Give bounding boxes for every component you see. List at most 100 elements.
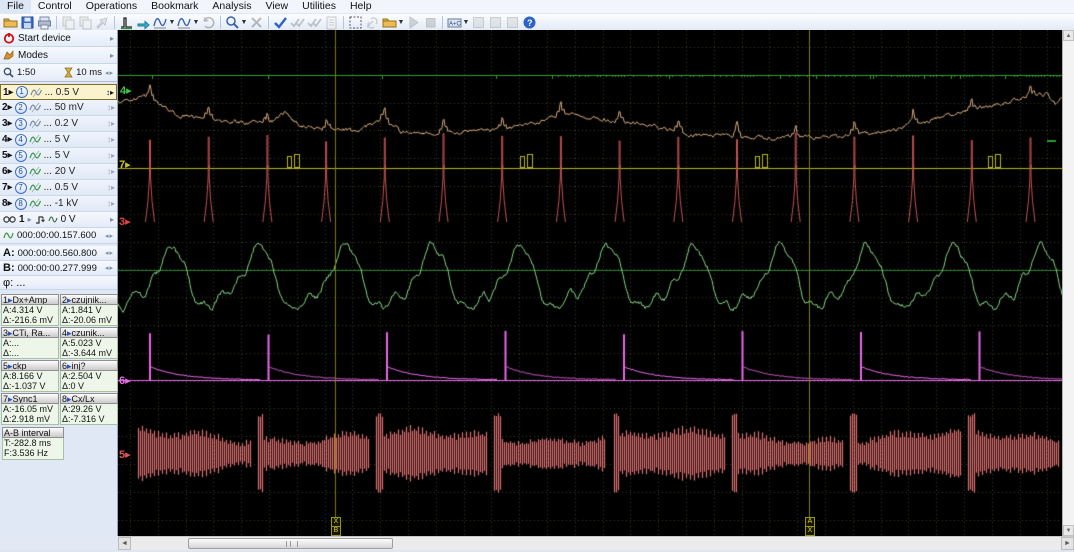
channel-row-buttons[interactable]: ↕▸ [107,199,115,208]
panel-title[interactable]: 8▸Cx/Lx [60,393,118,404]
cursor-b-row[interactable]: B: 000:00:00.277.999 ◂▸ [0,261,117,276]
help-button[interactable]: ? [521,15,538,30]
channel-range-value: ... 50 mV [43,102,84,113]
channel-row-5[interactable]: 5▸ 5 ... 5 V ↕▸ [0,148,117,164]
measurement-panel-3[interactable]: 3▸CTi, Ra... A:... Δ:... [1,327,59,359]
run-script-icon [409,15,419,29]
channel-badge: 6 [14,165,27,178]
scroll-up-arrow[interactable]: ▲ [1063,30,1074,41]
power-icon [3,33,15,44]
vertical-scale-button[interactable]: ▼ [152,15,176,30]
scroll-right-arrow[interactable]: ► [1061,537,1074,550]
measurement-panel-1[interactable]: 1▸Dx+Amp A:4.314 V Δ:-216.6 mV [1,294,59,326]
print-button[interactable] [36,15,53,30]
modes-button[interactable]: Modes ▸ [0,47,117,64]
menu-item-bookmark[interactable]: Bookmark [144,0,205,13]
panel-title[interactable]: 6▸inj? [60,360,118,371]
channel-row-buttons[interactable]: ↕▸ [107,183,115,192]
cursor-flag-b-0[interactable]: B [331,526,341,536]
marker-time-row[interactable]: 000:00:00.157.600 ◂▸ [0,228,117,244]
channel-row-8[interactable]: 8▸ 8 ... -1 kV ↕▸ [0,196,117,212]
cursor-a-spinner[interactable]: ◂▸ [105,249,114,257]
tool-extra-1-button [470,15,487,30]
channel-row-1[interactable]: 1▸ 1 ... 0.5 V ↕▸ [0,84,117,100]
cursor-a-row[interactable]: A: 000:00:00.560.800 ◂▸ [0,246,117,261]
apply-button[interactable] [272,15,289,30]
measurement-panel-4[interactable]: 4▸czunik... A:5.023 V Δ:-3.644 mV [60,327,118,359]
channel-row-buttons[interactable]: ↕▸ [107,119,115,128]
menu-item-utilities[interactable]: Utilities [295,0,343,13]
trigger-row[interactable]: 1 ▸ 0 V ▸ [0,212,117,228]
open-file-button[interactable] [2,15,19,30]
horizontal-scrollbar[interactable]: ◄ ► [118,536,1074,550]
measurement-panel-7[interactable]: 7▸Sync1 A:-16.05 mV Δ:2.918 mV [1,393,59,425]
cursor-b-spinner[interactable]: ◂▸ [105,264,114,272]
panel-title[interactable]: 2▸czujnik... [60,294,118,305]
dropdown-arrow-icon[interactable]: ▼ [398,19,405,26]
panel-value-a: A:... [3,338,20,348]
horizontal-scale-button[interactable]: ▼ [176,15,200,30]
measurement-panel-5[interactable]: 5▸ckp A:8.166 V Δ:-1.037 V [1,360,59,392]
panel-title[interactable]: 4▸czunik... [60,327,118,338]
channel-row-3[interactable]: 3▸ 3 ... 0.2 V ↕▸ [0,116,117,132]
scrollbar-thumb[interactable] [188,538,393,549]
scroll-down-arrow[interactable]: ▼ [1063,525,1074,536]
chevron-right-icon: ▸ [109,215,114,224]
menu-item-help[interactable]: Help [343,0,379,13]
channel-zero-marker-3[interactable]: 3▸ [119,217,131,228]
scroll-left-arrow[interactable]: ◄ [118,537,131,550]
ab-interval-title: A-B interval [2,427,64,438]
channel-zero-marker-5[interactable]: 5▸ [119,450,131,461]
dropdown-arrow-icon[interactable]: ▼ [463,19,470,26]
dropdown-arrow-icon[interactable]: ▼ [241,19,248,26]
channel-row-buttons[interactable]: ↕▸ [107,151,115,160]
menu-item-file[interactable]: File [0,0,31,13]
channel-row-buttons[interactable]: ↕▸ [107,135,115,144]
clear-search-button [248,15,265,30]
channel-row-2[interactable]: 2▸ 2 ... 50 mV ↕▸ [0,100,117,116]
copy-fragment-icon [79,16,92,29]
sweep-time-icon [64,67,73,78]
select-region-button[interactable] [347,15,364,30]
toolbar-separator [442,15,443,29]
phase-row[interactable]: φ: ... [0,276,117,290]
measurement-panel-8[interactable]: 8▸Cx/Lx A:29.26 V Δ:-7.316 V [60,393,118,425]
ab-interval-panel[interactable]: A-B interval T:-282.8 ms F:3.536 Hz [2,427,64,460]
panel-title[interactable]: 5▸ckp [1,360,59,371]
panel-title[interactable]: 7▸Sync1 [1,393,59,404]
menu-item-analysis[interactable]: Analysis [205,0,258,13]
menu-item-operations[interactable]: Operations [79,0,144,13]
single-capture-button[interactable] [118,15,135,30]
measurement-panel-2[interactable]: 2▸czujnik... A:1.841 V Δ:-20.06 mV [60,294,118,326]
cursor-flag-x-1[interactable]: X [805,526,815,536]
channel-row-buttons[interactable]: ↕▸ [107,103,115,112]
marker-spinner[interactable]: ◂▸ [105,232,114,240]
dropdown-arrow-icon[interactable]: ▼ [169,19,176,26]
save-file-button[interactable] [19,15,36,30]
menu-item-control[interactable]: Control [31,0,79,13]
channel-zero-marker-4[interactable]: 4▸ [120,86,132,97]
start-device-button[interactable]: Start device ▸ [0,30,117,47]
channel-row-buttons[interactable]: ↕▸ [107,167,115,176]
channel-row-buttons[interactable]: ↕▸ [106,88,114,97]
channel-zero-marker-7[interactable]: 7▸ [119,160,131,171]
channel-row-7[interactable]: 7▸ 7 ... 0.5 V ↕▸ [0,180,117,196]
menu-item-view[interactable]: View [259,0,296,13]
pan-mode-button[interactable] [135,15,152,30]
zoom-sweep-row[interactable]: 1:50 10 ms ◂▸ [0,64,117,82]
oscilloscope-display[interactable]: 4▸ 7▸ 3▸ 6▸ 5▸ X B A X [118,30,1062,536]
channel-zero-marker-6[interactable]: 6▸ [119,376,131,387]
chevron-right-icon: ▸ [27,215,32,224]
panel-title[interactable]: 1▸Dx+Amp [1,294,59,305]
abc-analysis-button[interactable]: A+C ▼ [446,15,470,30]
panel-title[interactable]: 3▸CTi, Ra... [1,327,59,338]
search-signal-button[interactable]: ▼ [224,15,248,30]
channel-row-6[interactable]: 6▸ 6 ... 20 V ↕▸ [0,164,117,180]
measurement-panel-6[interactable]: 6▸inj? A:2.504 V Δ:0 V [60,360,118,392]
vertical-scrollbar[interactable]: ▲ ▼ [1062,30,1074,536]
open-script-button[interactable]: ▼ [381,15,405,30]
waveform-canvas[interactable] [118,30,1062,536]
channel-row-4[interactable]: 4▸ 4 ... 5 V ↕▸ [0,132,117,148]
dropdown-arrow-icon[interactable]: ▼ [193,19,200,26]
sweep-spinner[interactable]: ◂▸ [105,69,114,77]
